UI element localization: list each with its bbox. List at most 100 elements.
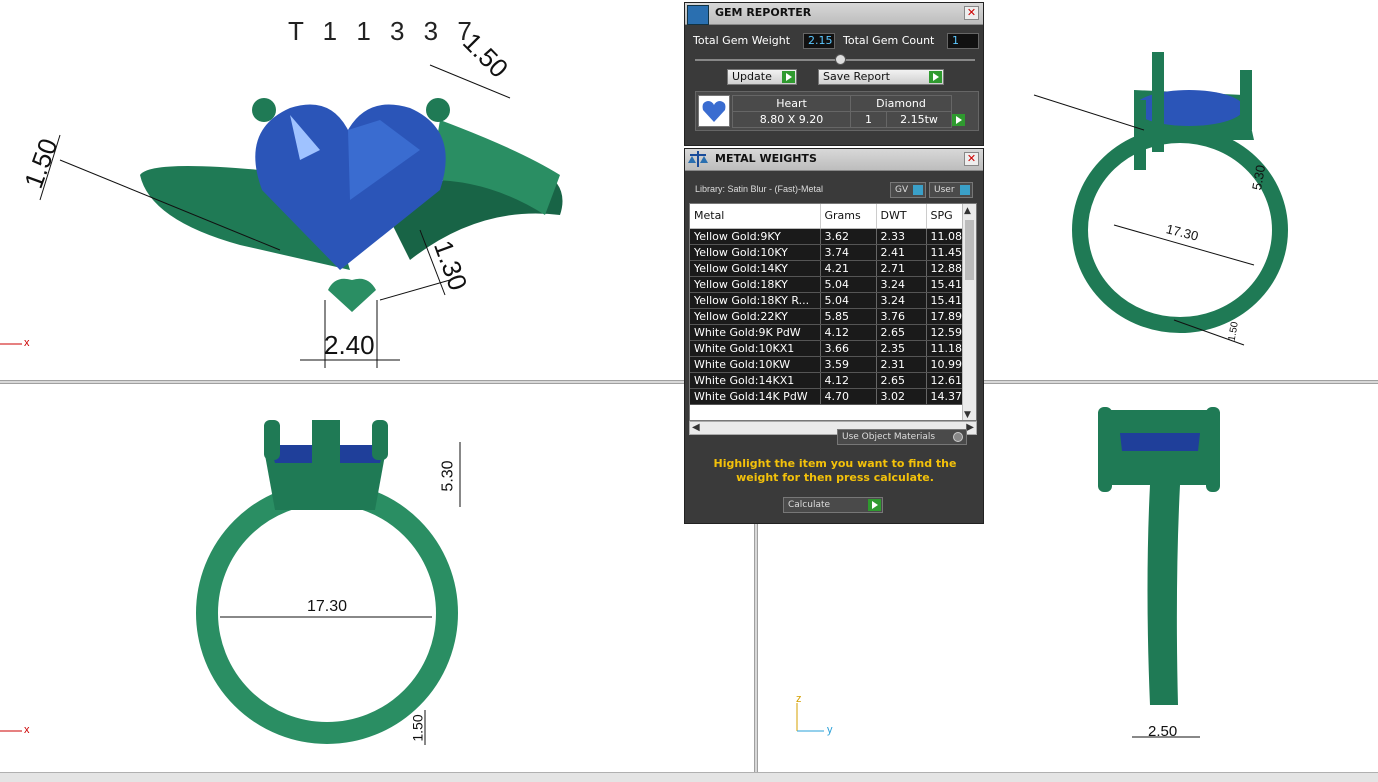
- dimension-label: 1.50: [409, 714, 426, 742]
- dimension-label: 17.30: [307, 598, 348, 615]
- user-toggle[interactable]: User: [929, 182, 973, 198]
- scroll-right-arrow-icon[interactable]: ▶: [966, 422, 974, 433]
- viewport-top-right[interactable]: 17.30 5.30 1.50: [984, 0, 1378, 380]
- gem-type: Diamond: [850, 95, 952, 112]
- dwt-cell: 2.65: [876, 372, 927, 389]
- spg-cell: 12.59: [926, 324, 965, 341]
- gem-shape: Heart: [732, 95, 851, 112]
- toggle-indicator-icon: [913, 185, 923, 195]
- column-header-metal[interactable]: Metal: [690, 204, 821, 229]
- metal-name-cell: Yellow Gold:22KY: [690, 308, 821, 325]
- save-report-button[interactable]: Save Report: [818, 69, 944, 85]
- table-row[interactable]: White Gold:9K PdW 4.12 2.65 12.59: [690, 324, 965, 341]
- table-row[interactable]: White Gold:14KX1 4.12 2.65 12.61: [690, 372, 965, 389]
- gem-reporter-titlebar[interactable]: GEM REPORTER ✕: [685, 3, 983, 25]
- total-gem-count-value: 1: [947, 33, 979, 49]
- spg-cell: 15.41: [926, 276, 965, 293]
- spg-cell: 12.61: [926, 372, 965, 389]
- instruction-text: Highlight the item you want to find the …: [713, 457, 957, 484]
- viewport-top-left[interactable]: T 1 1 3 3 7 1.50 1.50 1.30 2.40 x: [0, 0, 680, 380]
- scroll-up-arrow-icon[interactable]: ▲: [964, 206, 971, 216]
- scale-icon: [687, 149, 709, 169]
- table-row[interactable]: Yellow Gold:18KY R... 5.04 3.24 15.41: [690, 292, 965, 309]
- grams-cell: 3.62: [820, 228, 877, 245]
- vertical-scrollbar[interactable]: ▲ ▼: [962, 204, 976, 420]
- update-button-label: Update: [732, 70, 772, 83]
- spg-cell: 11.18: [926, 340, 965, 357]
- table-row[interactable]: Yellow Gold:22KY 5.85 3.76 17.89: [690, 308, 965, 325]
- table-row[interactable]: Yellow Gold:9KY 3.62 2.33 11.08: [690, 228, 965, 245]
- use-object-materials-toggle[interactable]: Use Object Materials: [837, 429, 967, 445]
- gem-count: 1: [850, 111, 887, 128]
- scrollbar-thumb[interactable]: [965, 220, 974, 280]
- grams-cell: 4.70: [820, 388, 877, 405]
- dwt-cell: 2.33: [876, 228, 927, 245]
- viewport-bottom-left[interactable]: 5.30 17.30 1.50 x: [0, 385, 753, 771]
- metal-weights-titlebar[interactable]: METAL WEIGHTS ✕: [685, 149, 983, 171]
- spg-cell: 14.37: [926, 388, 965, 405]
- library-label: Library: Satin Blur - (Fast)-Metal: [695, 184, 824, 194]
- table-row[interactable]: White Gold:10KX1 3.66 2.35 11.18: [690, 340, 965, 357]
- grams-cell: 3.66: [820, 340, 877, 357]
- spg-cell: 12.88: [926, 260, 965, 277]
- metal-name-cell: White Gold:14KX1: [690, 372, 821, 389]
- calculate-button[interactable]: Calculate: [783, 497, 883, 513]
- axis-x-label: x: [24, 724, 30, 736]
- metal-weights-table-container[interactable]: Metal Grams DWT SPG Yellow Gold:9KY 3.62 2…: [689, 203, 977, 421]
- dwt-cell: 2.31: [876, 356, 927, 373]
- dwt-cell: 2.35: [876, 340, 927, 357]
- panel-title: GEM REPORTER: [715, 6, 812, 19]
- table-row[interactable]: Yellow Gold:10KY 3.74 2.41 11.45: [690, 244, 965, 261]
- column-header-spg[interactable]: SPG: [926, 204, 965, 229]
- gem-detail-button[interactable]: [952, 114, 965, 126]
- spg-cell: 11.08: [926, 228, 965, 245]
- play-icon: [868, 499, 881, 511]
- gem-reporter-icon: [687, 5, 709, 25]
- table-row[interactable]: Yellow Gold:14KY 4.21 2.71 12.88: [690, 260, 965, 277]
- scroll-left-arrow-icon[interactable]: ◀: [692, 422, 700, 433]
- grams-cell: 4.21: [820, 260, 877, 277]
- gem-size: 8.80 X 9.20: [732, 111, 851, 128]
- metal-name-cell: Yellow Gold:10KY: [690, 244, 821, 261]
- save-report-button-label: Save Report: [823, 70, 890, 83]
- column-header-grams[interactable]: Grams: [820, 204, 877, 229]
- spg-cell: 15.41: [926, 292, 965, 309]
- dimension-label: 2.50: [1148, 723, 1178, 740]
- total-gem-weight-value: 2.15: [803, 33, 835, 49]
- metal-name-cell: Yellow Gold:18KY: [690, 276, 821, 293]
- user-toggle-label: User: [934, 185, 955, 195]
- ring-iso-render: [1033, 52, 1288, 346]
- gem-slider-thumb[interactable]: [835, 54, 846, 65]
- metal-name-cell: White Gold:10KW: [690, 356, 821, 373]
- gem-slider[interactable]: [695, 54, 975, 65]
- dwt-cell: 3.02: [876, 388, 927, 405]
- update-button[interactable]: Update: [727, 69, 797, 85]
- table-row[interactable]: Yellow Gold:18KY 5.04 3.24 15.41: [690, 276, 965, 293]
- table-row[interactable]: White Gold:10KW 3.59 2.31 10.99: [690, 356, 965, 373]
- gem-list[interactable]: Heart Diamond 8.80 X 9.20 1 2.15tw: [695, 91, 979, 131]
- gv-toggle[interactable]: GV: [890, 182, 926, 198]
- gem-weight: 2.15tw: [886, 111, 952, 128]
- metal-name-cell: White Gold:10KX1: [690, 340, 821, 357]
- dwt-cell: 3.76: [876, 308, 927, 325]
- dwt-cell: 2.65: [876, 324, 927, 341]
- metal-name-cell: White Gold:9K PdW: [690, 324, 821, 341]
- radio-icon: [953, 432, 963, 442]
- dimension-label: 2.40: [324, 330, 375, 360]
- scroll-down-arrow-icon[interactable]: ▼: [964, 410, 971, 420]
- close-button[interactable]: ✕: [964, 6, 979, 20]
- grams-cell: 4.12: [820, 324, 877, 341]
- grams-cell: 5.04: [820, 276, 877, 293]
- gem-info-table: Heart Diamond 8.80 X 9.20 1 2.15tw: [732, 95, 952, 128]
- gv-toggle-label: GV: [895, 185, 909, 195]
- status-bar: [0, 772, 1378, 782]
- table-row[interactable]: White Gold:14K PdW 4.70 3.02 14.37: [690, 388, 965, 405]
- spg-cell: 10.99: [926, 356, 965, 373]
- metal-weights-panel[interactable]: METAL WEIGHTS ✕ Library: Satin Blur - (F…: [684, 148, 984, 524]
- total-gem-weight-label: Total Gem Weight: [693, 34, 791, 47]
- gem-reporter-panel[interactable]: GEM REPORTER ✕ Total Gem Weight 2.15 Tot…: [684, 2, 984, 146]
- close-button[interactable]: ✕: [964, 152, 979, 166]
- use-object-materials-label: Use Object Materials: [842, 432, 936, 442]
- column-header-dwt[interactable]: DWT: [876, 204, 927, 229]
- axis-z-label: z: [796, 693, 802, 705]
